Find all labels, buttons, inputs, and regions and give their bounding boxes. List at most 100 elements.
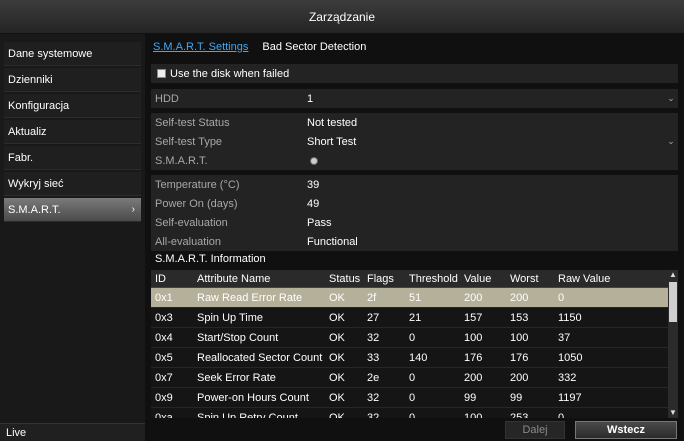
table-cell: 0x1 [155,291,173,304]
table-cell: OK [329,311,345,324]
chevron-down-icon[interactable]: ⌄ [664,136,678,147]
table-cell: 100 [464,411,483,419]
table-row[interactable]: 0xa Spin Up Retry Count OK 32 0 100 253 0 [151,408,668,419]
self-test-status-label: Self-test Status [155,116,230,129]
all-evaluation-value: Functional [307,235,358,248]
table-cell: 2e [367,371,380,384]
table-cell: 0x4 [155,331,173,344]
table-cell: OK [329,291,345,304]
main-panel: S.M.A.R.T. Settings Bad Sector Detection… [145,34,684,441]
sidebar-item-label: Wykryj sieć [8,177,64,190]
tab-smart-settings[interactable]: S.M.A.R.T. Settings [153,41,248,53]
tab-bad-sector-detection[interactable]: Bad Sector Detection [262,41,366,53]
table-cell: 1197 [558,391,582,404]
table-row[interactable]: 0x9 Power-on Hours Count OK 32 0 99 99 1197 [151,388,668,408]
table-row[interactable]: 0x1 Raw Read Error Rate OK 2f 51 200 200 0 [151,288,668,308]
table-cell: Seek Error Rate [197,371,276,384]
table-cell: Raw Read Error Rate [197,291,303,304]
use-disk-when-failed-row: Use the disk when failed [151,64,678,83]
table-cell: 0xa [155,411,173,419]
temperature-value: 39 [307,178,320,191]
table-cell: OK [329,371,345,384]
table-cell: 99 [510,391,523,404]
next-button[interactable]: Dalej [505,421,565,439]
table-cell: 200 [464,291,483,304]
table-cell: 2f [367,291,377,304]
table-cell: OK [329,331,345,344]
table-cell: 0x7 [155,371,173,384]
scroll-down-icon[interactable]: ▼ [668,408,678,418]
table-cell: 0 [409,411,416,419]
table-cell: 51 [409,291,422,304]
self-test-status-row: Self-test Status Not tested [151,113,678,132]
self-test-type-label: Self-test Type [155,135,223,148]
sidebar-item-aktualiz[interactable]: Aktualiz [4,120,141,144]
scrollbar-thumb[interactable] [669,282,677,322]
table-cell: 153 [510,311,529,324]
sidebar-item-wykryj-siec[interactable]: Wykryj sieć [4,172,141,196]
table-cell: 0 [558,291,565,304]
table-cell: OK [329,411,345,419]
smart-test-start-button[interactable] [311,157,317,164]
window-title: Zarządzanie [0,0,684,34]
table-row[interactable]: 0x4 Start/Stop Count OK 32 0 100 100 37 [151,328,668,348]
power-on-value: 49 [307,197,320,210]
chevron-right-icon: › [131,204,135,215]
table-cell: 200 [510,371,529,384]
column-header: Raw Value [558,272,611,285]
sidebar-item-konfiguracja[interactable]: Konfiguracja [4,94,141,118]
table-cell: 100 [510,331,529,344]
tab-bar: S.M.A.R.T. Settings Bad Sector Detection [149,34,366,60]
sidebar-item-dane-systemowe[interactable]: Dane systemowe [4,42,141,66]
sidebar-item-fabr[interactable]: Fabr. [4,146,141,170]
table-cell: 0 [409,391,416,404]
table-row[interactable]: 0x3 Spin Up Time OK 27 21 157 153 1150 [151,308,668,328]
table-cell: 176 [510,351,529,364]
sidebar-item-dzienniki[interactable]: Dzienniki [4,68,141,92]
table-cell: 0x9 [155,391,173,404]
table-cell: 200 [510,291,529,304]
sidebar-item-label: Dane systemowe [8,47,93,60]
table-cell: 200 [464,371,483,384]
hdd-select[interactable]: 1 [307,93,664,105]
column-header: Value [464,272,492,285]
table-cell: Power-on Hours Count [197,391,309,404]
table-cell: Spin Up Retry Count [197,411,298,419]
use-disk-when-failed-checkbox[interactable] [157,69,166,78]
table-cell: 140 [409,351,428,364]
chevron-down-icon[interactable]: ⌄ [664,93,678,104]
smart-information-table: ID Attribute Name Status Flags Threshold… [151,270,678,418]
self-test-type-select[interactable]: Short Test [307,136,664,148]
table-row[interactable]: 0x7 Seek Error Rate OK 2e 0 200 200 332 [151,368,668,388]
power-on-row: Power On (days) 49 [151,194,678,213]
table-row[interactable]: 0x5 Reallocated Sector Count OK 33 140 176 176… [151,348,668,368]
all-evaluation-label: All-evaluation [155,235,222,248]
live-view-button[interactable]: Live [0,423,145,441]
sidebar-item-smart[interactable]: S.M.A.R.T. › [4,198,141,222]
sidebar-item-label: Dzienniki [8,73,53,86]
scroll-up-icon[interactable]: ▲ [668,270,678,280]
column-header: Threshold [409,272,458,285]
table-cell: 32 [367,331,380,344]
column-header: Worst [510,272,539,285]
table-cell: 99 [464,391,477,404]
back-button[interactable]: Wstecz [575,421,677,439]
use-disk-when-failed-label: Use the disk when failed [170,67,290,80]
column-header: Flags [367,272,394,285]
self-evaluation-row: Self-evaluation Pass [151,213,678,232]
table-scrollbar[interactable]: ▲ ▼ [668,270,678,418]
table-cell: Spin Up Time [197,311,264,324]
table-cell: 0 [409,331,416,344]
table-cell: 33 [367,351,380,364]
smart-test-label: S.M.A.R.T. [155,154,208,167]
temperature-label: Temperature (°C) [155,178,240,191]
self-test-status-value: Not tested [307,116,358,129]
column-header: Status [329,272,361,285]
table-cell: 0 [558,411,565,419]
table-cell: 21 [409,311,422,324]
all-evaluation-row: All-evaluation Functional [151,232,678,251]
temperature-row: Temperature (°C) 39 [151,175,678,194]
table-cell: 176 [464,351,483,364]
table-cell: 37 [558,331,571,344]
table-cell: 32 [367,411,380,419]
